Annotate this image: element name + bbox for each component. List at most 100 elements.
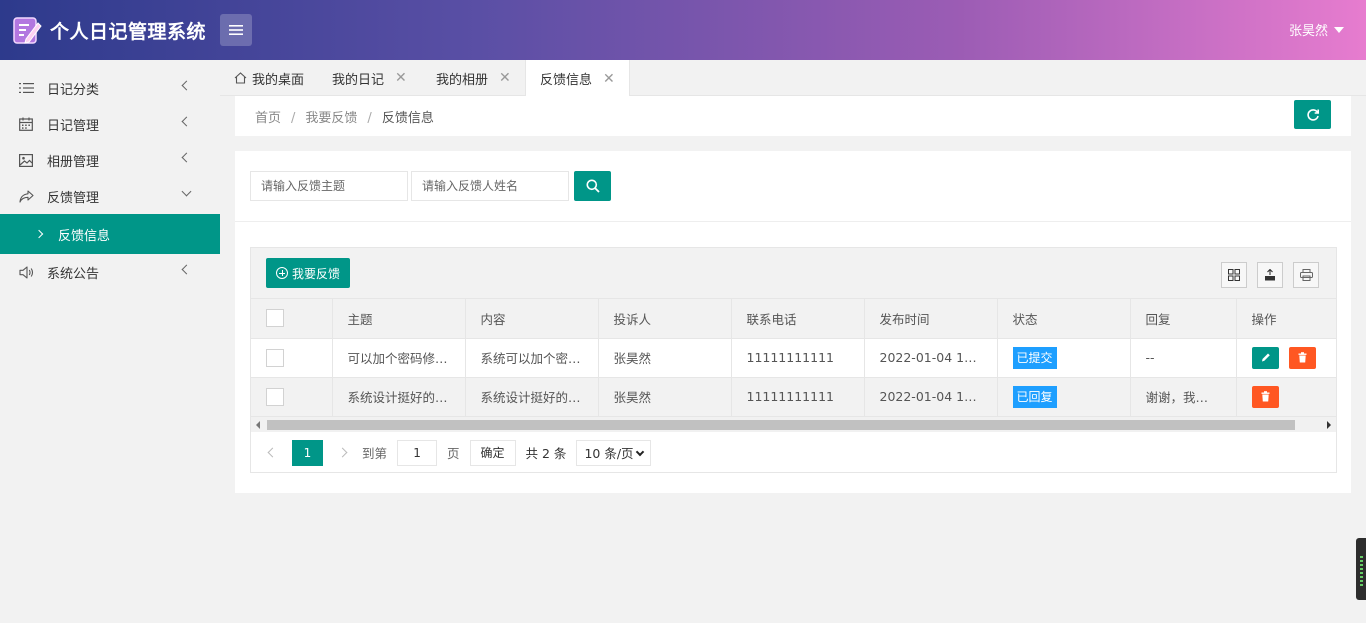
close-icon[interactable]: ✕	[499, 70, 511, 86]
cell-reply: 谢谢，我们将再…	[1130, 377, 1237, 417]
breadcrumb-home[interactable]: 首页	[255, 111, 281, 126]
page-size-select[interactable]: 10 条/页	[576, 439, 652, 466]
cell-person: 张昊然	[598, 338, 732, 378]
pencil-icon	[1261, 353, 1270, 361]
row-checkbox[interactable]	[266, 348, 284, 367]
goto-confirm-button[interactable]: 确定	[469, 439, 516, 466]
tab-my-diary[interactable]: 我的日记 ✕	[332, 60, 407, 96]
delete-button[interactable]	[1251, 385, 1279, 408]
close-icon[interactable]: ✕	[603, 71, 615, 87]
chevron-left-icon	[181, 264, 192, 275]
delete-button[interactable]	[1288, 346, 1316, 369]
top-header: 个人日记管理系统 张昊然	[0, 0, 1366, 60]
add-feedback-button[interactable]: 我要反馈	[266, 258, 351, 288]
sidebar-item-diary-category[interactable]: 日记分类	[0, 70, 220, 106]
sidebar-subitem-label: 反馈信息	[58, 228, 111, 244]
refresh-button[interactable]	[1294, 100, 1331, 129]
main-card: 我要反馈 主题 内容 投诉人 联系电话	[235, 151, 1351, 493]
chevron-left-icon	[181, 116, 192, 127]
divider	[235, 221, 1351, 222]
tab-label: 我的相册	[436, 72, 489, 88]
sidebar-item-feedback-manage[interactable]: 反馈管理	[0, 178, 220, 214]
search-button[interactable]	[574, 171, 611, 201]
breadcrumb-feedback[interactable]: 我要反馈	[305, 111, 357, 126]
subject-search-input[interactable]	[250, 171, 408, 201]
cell-phone: 11111111111	[731, 377, 865, 417]
scroll-right-icon[interactable]	[1327, 421, 1331, 429]
user-name: 张昊然	[1288, 24, 1328, 39]
caret-down-icon	[1334, 26, 1344, 33]
print-icon	[1299, 269, 1313, 281]
user-menu[interactable]: 张昊然	[1289, 20, 1344, 39]
prev-page-icon[interactable]	[267, 447, 278, 458]
export-icon	[1265, 269, 1275, 281]
sidebar-item-label: 反馈管理	[47, 190, 100, 206]
feedback-table: 主题 内容 投诉人 联系电话 发布时间 状态 回复 操作 可以加个密码修改功能吗…	[251, 299, 1337, 417]
cell-content: 系统设计挺好的…	[465, 377, 599, 417]
column-header[interactable]: 投诉人	[598, 299, 732, 339]
sidebar: 日记分类 日记管理 相册管理 反馈管理 反馈信息 系统公告	[0, 60, 220, 623]
tab-my-album[interactable]: 我的相册 ✕	[436, 60, 511, 96]
column-header[interactable]: 回复	[1130, 299, 1237, 339]
column-header[interactable]: 主题	[332, 299, 466, 339]
name-search-input[interactable]	[411, 171, 569, 201]
chevron-down-icon	[636, 447, 645, 456]
column-header[interactable]: 内容	[465, 299, 599, 339]
status-badge: 已提交	[1012, 346, 1057, 369]
page-unit-label: 页	[447, 446, 460, 461]
chevron-left-icon	[181, 152, 192, 163]
floating-side-widget[interactable]	[1356, 538, 1366, 600]
scrollbar-thumb[interactable]	[267, 420, 1295, 430]
scroll-left-icon[interactable]	[256, 421, 260, 429]
cell-person: 张昊然	[598, 377, 732, 417]
trash-icon	[1298, 351, 1306, 362]
sidebar-item-label: 日记管理	[47, 118, 100, 134]
print-button[interactable]	[1293, 262, 1319, 288]
column-header: 操作	[1236, 299, 1337, 339]
tab-feedback-info[interactable]: 反馈信息 ✕	[525, 60, 630, 97]
app-logo: 个人日记管理系统	[12, 14, 206, 46]
cell-time: 2022-01-04 17:4...	[864, 338, 998, 378]
search-form	[250, 171, 611, 201]
tab-my-desktop[interactable]: 我的桌面	[234, 60, 304, 96]
columns-filter-button[interactable]	[1221, 262, 1247, 288]
image-icon	[18, 152, 34, 168]
row-select-cell	[251, 377, 333, 417]
sidebar-subitem-feedback-info[interactable]: 反馈信息	[0, 214, 220, 254]
breadcrumb-bar: 首页 / 我要反馈 / 反馈信息	[235, 96, 1351, 136]
goto-page-input[interactable]: 1	[397, 439, 438, 466]
cell-status: 已回复	[997, 377, 1131, 417]
sidebar-item-album-manage[interactable]: 相册管理	[0, 142, 220, 178]
column-header[interactable]: 联系电话	[731, 299, 865, 339]
column-header[interactable]: 发布时间	[864, 299, 998, 339]
add-feedback-label: 我要反馈	[292, 266, 341, 281]
calendar-icon	[18, 116, 34, 132]
tab-label: 反馈信息	[540, 73, 593, 88]
app-title: 个人日记管理系统	[50, 20, 207, 43]
cell-time: 2022-01-04 10:4...	[864, 377, 998, 417]
select-all-checkbox[interactable]	[266, 309, 284, 328]
page-current[interactable]: 1	[292, 439, 323, 466]
table-header-row: 主题 内容 投诉人 联系电话 发布时间 状态 回复 操作	[251, 299, 1337, 339]
edit-button[interactable]	[1251, 346, 1279, 369]
sidebar-item-label: 系统公告	[47, 266, 100, 282]
column-header[interactable]: 状态	[997, 299, 1131, 339]
row-checkbox[interactable]	[266, 387, 284, 406]
status-badge: 已回复	[1012, 385, 1057, 408]
notebook-icon	[12, 15, 42, 45]
pagination: 1 到第 1 页 确定 共 2 条 10 条/页	[251, 433, 1336, 472]
next-page-icon[interactable]	[337, 447, 348, 458]
plus-circle-icon	[276, 267, 288, 279]
select-all-cell	[251, 299, 333, 339]
trash-icon	[1261, 390, 1269, 401]
cell-actions	[1236, 377, 1337, 417]
total-count: 共 2 条	[525, 446, 567, 461]
horizontal-scrollbar[interactable]	[251, 416, 1336, 432]
cell-status: 已提交	[997, 338, 1131, 378]
sidebar-item-diary-manage[interactable]: 日记管理	[0, 106, 220, 142]
cell-content: 系统可以加个密码修改功能吗	[465, 338, 599, 378]
sidebar-item-system-notice[interactable]: 系统公告	[0, 254, 220, 290]
export-button[interactable]	[1257, 262, 1283, 288]
menu-toggle-button[interactable]	[220, 14, 252, 46]
close-icon[interactable]: ✕	[395, 70, 407, 86]
